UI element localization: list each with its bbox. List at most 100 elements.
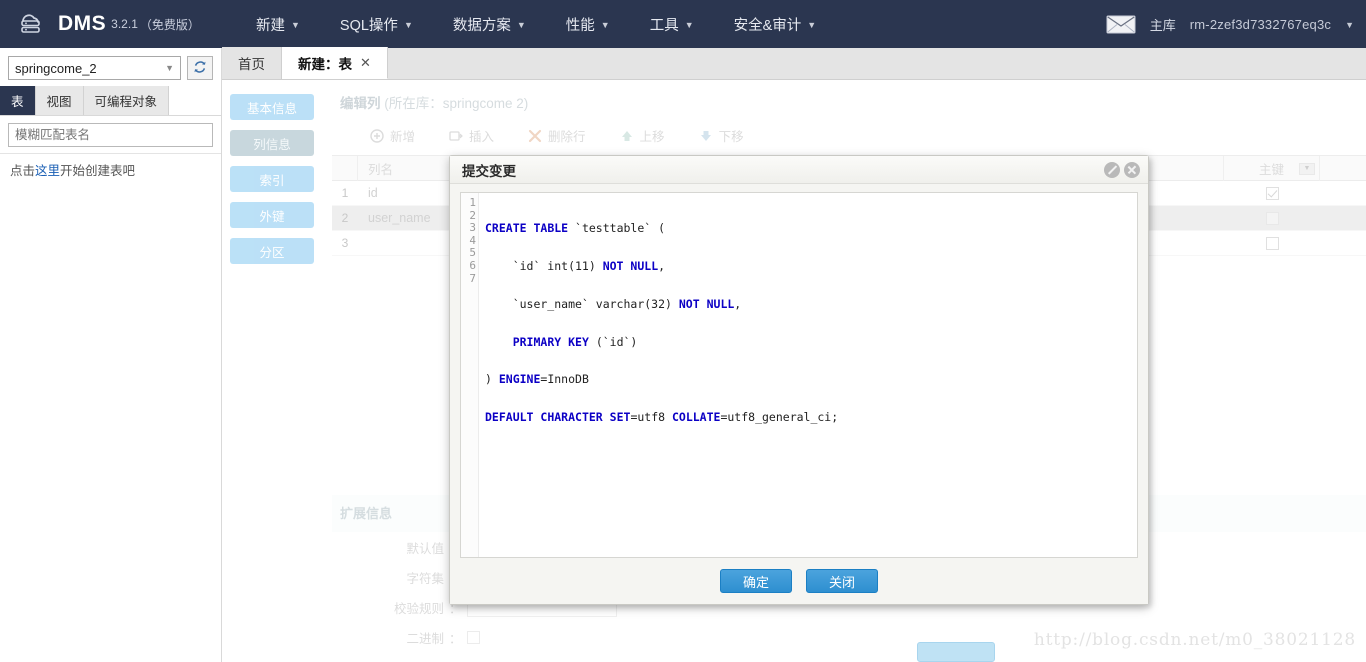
dms-app-window: DMS 3.2.1 （免费版） 新建 ▼ SQL操作 ▼ 数据方案 ▼ 性能 ▼… — [0, 0, 1366, 662]
section-subtitle-text: (所在库：springcome 2) — [384, 96, 529, 111]
step-foreign-key[interactable]: 外键 — [230, 202, 314, 228]
nav-item-performance[interactable]: 性能 ▼ — [546, 0, 630, 48]
row-number: 3 — [341, 236, 349, 250]
instance-name: rm-2zef3d7332767eq3c — [1189, 16, 1332, 32]
tab-label: 首页 — [238, 57, 265, 72]
database-selector-row: springcome_2 ▼ — [0, 48, 221, 86]
cell-primary-key[interactable] — [1224, 236, 1320, 250]
code-line: `id` int(11) NOT NULL, — [485, 258, 666, 273]
editor-step-rail: 基本信息 列信息 索引 外键 分区 — [222, 80, 332, 662]
line-number: 3 — [469, 221, 476, 235]
section-title-text: 编辑列 — [340, 96, 381, 111]
table-filter-input[interactable] — [8, 123, 213, 147]
toolbar-label: 下移 — [718, 130, 744, 144]
database-select[interactable]: springcome_2 ▼ — [8, 56, 181, 80]
nav-item-sql[interactable]: SQL操作 ▼ — [320, 0, 433, 48]
nav-item-label: 安全&审计 — [733, 17, 802, 34]
toolbar-move-down-button[interactable]: 下移 — [699, 126, 744, 145]
insert-row-icon — [449, 129, 463, 143]
brand-version: 3.2.1 — [111, 17, 138, 31]
step-partition[interactable]: 分区 — [230, 238, 314, 264]
refresh-icon — [193, 60, 207, 77]
chevron-down-icon: ▼ — [807, 20, 817, 30]
top-navigation-bar: DMS 3.2.1 （免费版） 新建 ▼ SQL操作 ▼ 数据方案 ▼ 性能 ▼… — [0, 0, 1366, 48]
close-icon[interactable]: ✕ — [360, 56, 371, 69]
step-index[interactable]: 索引 — [230, 166, 314, 192]
database-select-value: springcome_2 — [15, 60, 97, 76]
sql-code-text[interactable]: CREATE TABLE `testtable` ( `id` int(11) … — [479, 193, 1137, 557]
nav-item-label: 性能 — [565, 17, 595, 34]
envelope-icon[interactable] — [1106, 14, 1136, 34]
left-sidebar: springcome_2 ▼ 表 视图 可编程对象 模糊匹配表名 点击这里开始创… — [0, 48, 222, 662]
nav-item-data-scheme[interactable]: 数据方案 ▼ — [433, 0, 546, 48]
sql-code-editor[interactable]: 1 2 3 4 5 6 7 CREATE TABLE `testtable` (… — [460, 192, 1138, 558]
line-number: 7 — [469, 271, 476, 285]
nav-item-new[interactable]: 新建 ▼ — [236, 0, 320, 48]
nav-item-security-audit[interactable]: 安全&审计 ▼ — [714, 0, 837, 48]
cloud-database-icon — [16, 11, 50, 37]
code-line: ) ENGINE=InnoDB — [485, 372, 589, 387]
add-circle-icon — [370, 128, 384, 143]
toolbar-label: 插入 — [469, 130, 495, 144]
confirm-button[interactable]: 确定 — [720, 569, 792, 593]
empty-tree-hint: 点击这里开始创建表吧 — [0, 153, 221, 185]
primary-key-checkbox[interactable] — [1265, 186, 1279, 200]
nav-menu: 新建 ▼ SQL操作 ▼ 数据方案 ▼ 性能 ▼ 工具 ▼ 安全&审计 ▼ — [236, 0, 1106, 48]
chevron-down-icon: ▼ — [165, 63, 174, 73]
arrow-down-icon — [699, 129, 713, 143]
close-icon[interactable] — [1124, 161, 1140, 178]
create-table-link[interactable]: 这里 — [35, 164, 60, 178]
hint-suffix-text: 开始创建表吧 — [60, 164, 136, 178]
watermark: http://blog.csdn.net/m0_38021128 — [1033, 630, 1356, 650]
step-basic-info[interactable]: 基本信息 — [230, 94, 314, 120]
primary-key-checkbox[interactable] — [1265, 236, 1279, 250]
line-number: 6 — [469, 258, 476, 272]
toolbar-insert-button[interactable]: 插入 — [449, 126, 494, 145]
chevron-down-icon[interactable]: ▼ — [1345, 20, 1354, 30]
tab-label: 新建：表 — [298, 56, 352, 72]
toolbar-move-up-button[interactable]: 上移 — [620, 126, 665, 145]
grid-header-primary-key: 主键 ▼ — [1224, 155, 1320, 181]
primary-key-checkbox[interactable] — [1265, 211, 1279, 225]
hint-prefix-text: 点击 — [10, 164, 36, 178]
code-line: DEFAULT CHARACTER SET=utf8 COLLATE=utf8_… — [485, 410, 839, 425]
instance-role-label: 主库 — [1149, 17, 1176, 33]
nav-item-tools[interactable]: 工具 ▼ — [630, 0, 714, 48]
cell-primary-key[interactable] — [1224, 186, 1320, 200]
object-type-tabs: 表 视图 可编程对象 — [0, 86, 221, 116]
code-line: PRIMARY KEY (`id`) — [512, 334, 638, 349]
brand-logo: DMS 3.2.1 （免费版） — [0, 11, 236, 37]
grid-header-pk-label: 主键 — [1258, 162, 1284, 177]
filter-caret-icon[interactable]: ▼ — [1299, 162, 1315, 175]
grid-toolbar: 新增 插入 删除行 上移 下移 — [332, 112, 1366, 155]
chevron-down-icon: ▼ — [600, 20, 610, 30]
workspace-tab-bar: 首页 新建：表 ✕ — [222, 47, 1366, 80]
code-line: `user_name` varchar(32) NOT NULL, — [485, 296, 742, 311]
close-button[interactable]: 关闭 — [806, 569, 878, 593]
row-number: 1 — [341, 186, 349, 200]
refresh-button[interactable] — [187, 56, 213, 80]
brand-name: DMS — [58, 12, 107, 35]
nav-item-label: SQL操作 — [339, 17, 398, 34]
dialog-title-bar-icons — [1104, 161, 1140, 178]
grid-header-rownum — [332, 155, 358, 181]
chevron-down-icon: ▼ — [516, 20, 526, 30]
cell-primary-key[interactable] — [1224, 211, 1320, 225]
object-tab-views[interactable]: 视图 — [35, 86, 84, 115]
nav-item-label: 新建 — [256, 17, 285, 34]
dialog-title: 提交变更 — [462, 163, 516, 179]
toolbar-add-button[interactable]: 新增 — [370, 126, 415, 145]
toolbar-label: 上移 — [639, 130, 665, 144]
object-tab-tables[interactable]: 表 — [0, 86, 36, 115]
block-icon[interactable] — [1104, 161, 1120, 178]
field-label: 校验规则 — [393, 601, 444, 616]
tab-home[interactable]: 首页 — [222, 47, 282, 79]
toolbar-delete-row-button[interactable]: 删除行 — [528, 126, 586, 145]
tab-new-table[interactable]: 新建：表 ✕ — [282, 47, 388, 79]
nav-item-label: 数据方案 — [452, 17, 511, 34]
save-table-button[interactable] — [917, 642, 995, 662]
object-tab-programmables[interactable]: 可编程对象 — [83, 86, 170, 115]
step-column-info[interactable]: 列信息 — [230, 130, 314, 156]
line-number: 1 — [469, 196, 476, 209]
